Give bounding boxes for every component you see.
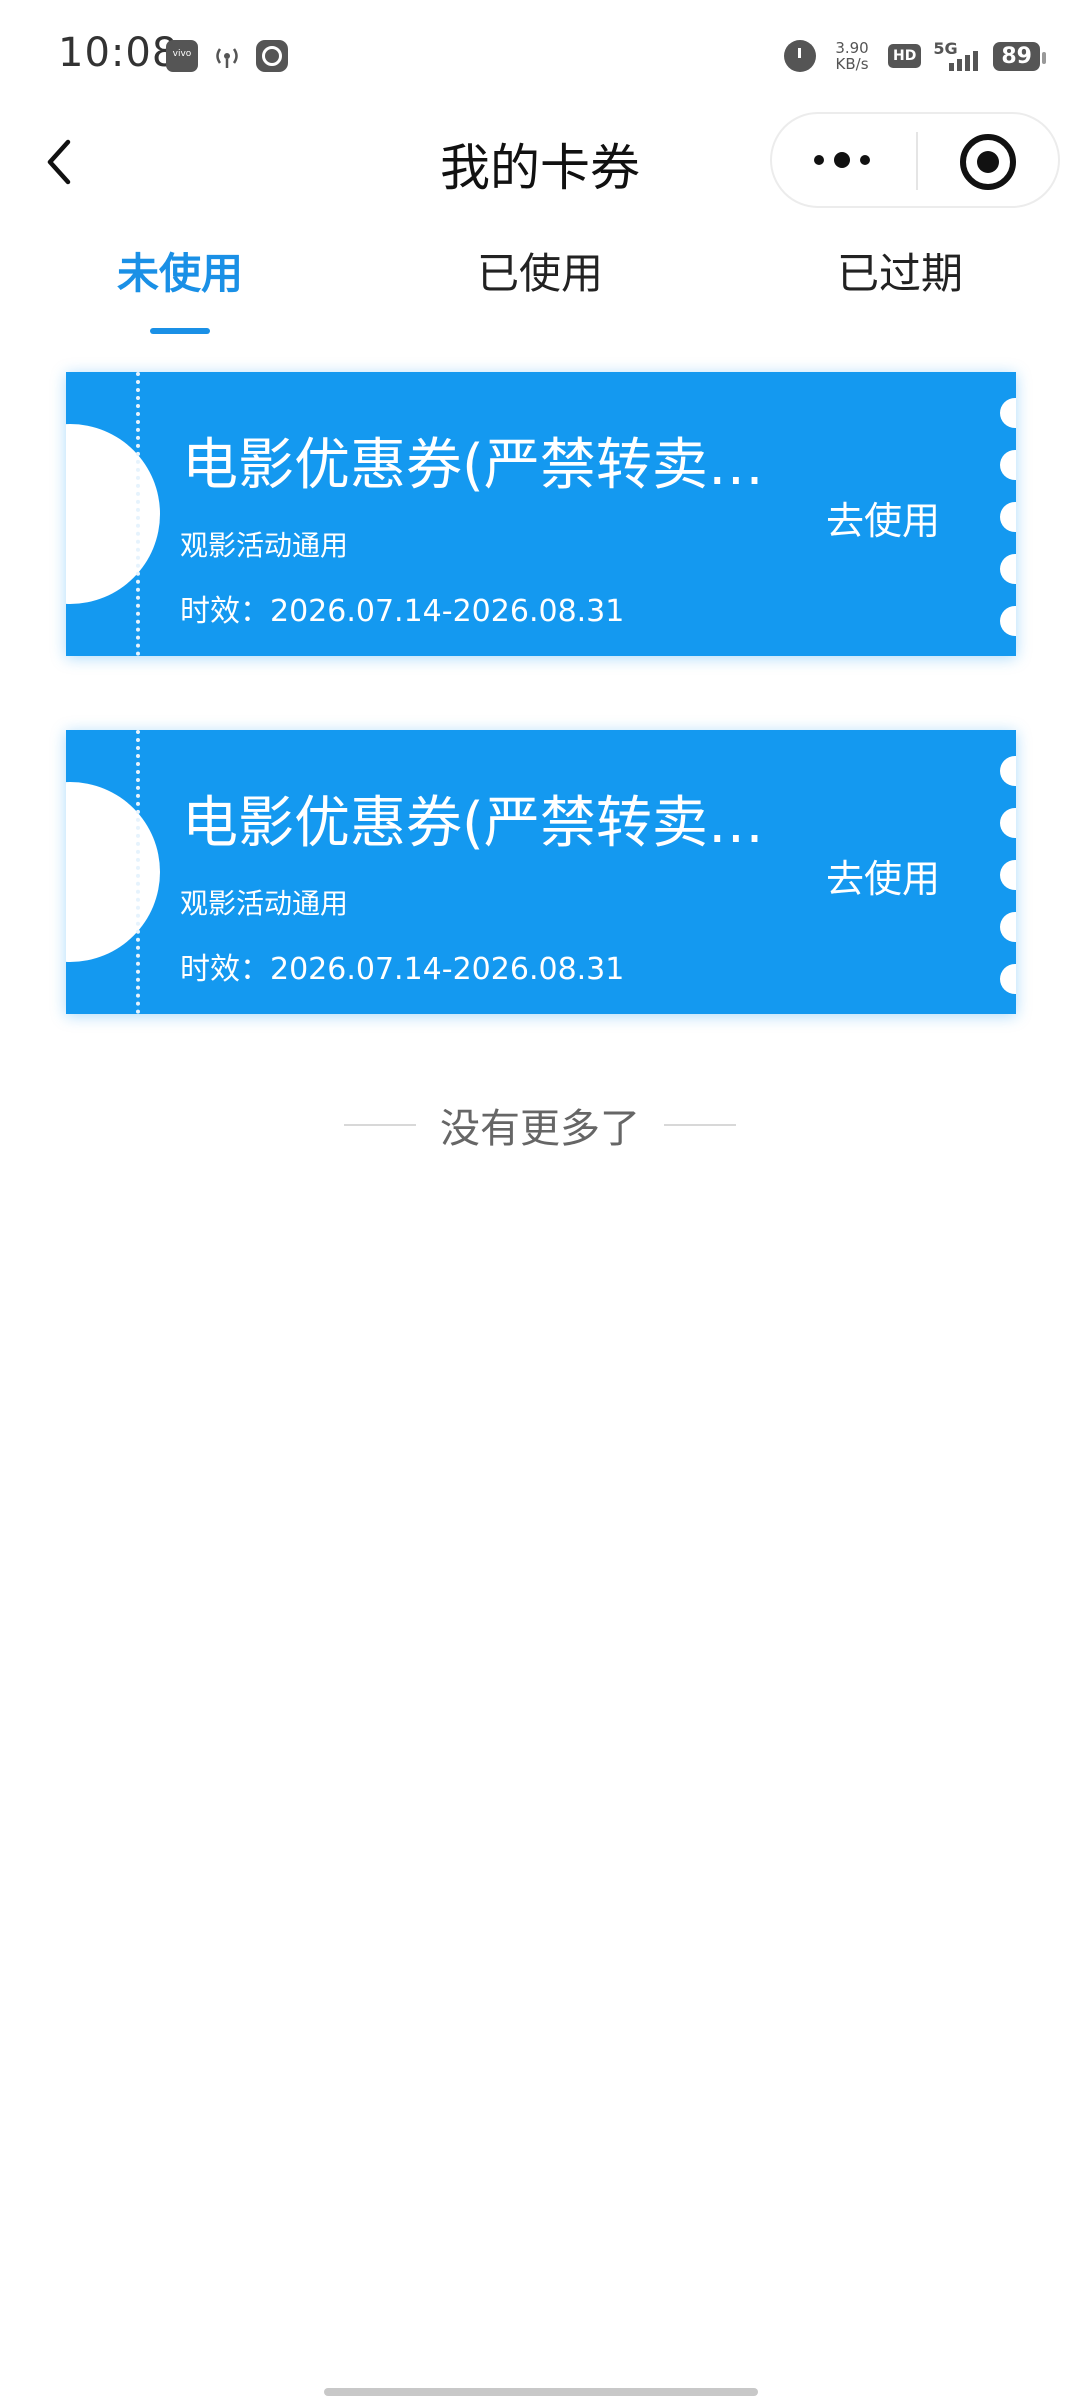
net-speed-value: 3.90 — [835, 39, 869, 57]
signal-bars-icon — [949, 51, 979, 71]
tab-used[interactable]: 已使用 — [410, 240, 670, 301]
use-coupon-button[interactable]: 去使用 — [826, 490, 940, 545]
home-indicator[interactable] — [324, 2388, 758, 2396]
coupon-edge-hole — [1000, 808, 1016, 838]
hotspot-icon — [210, 40, 242, 72]
coupon-edge-hole — [1000, 502, 1016, 532]
battery-icon: 89 — [993, 41, 1046, 71]
coupon-edge-hole — [1000, 912, 1016, 942]
status-right-group: 3.90 KB/s HD 5G 89 — [784, 36, 1046, 76]
coupon-notch — [66, 424, 160, 604]
coupon-perforation — [136, 372, 140, 656]
tab-unused[interactable]: 未使用 — [50, 240, 310, 301]
use-coupon-button[interactable]: 去使用 — [826, 848, 940, 903]
status-bar: 10:08 3.90 KB/s HD 5G 89 — [0, 0, 1080, 110]
net-speed-unit: KB/s — [835, 55, 869, 73]
coupon-subtitle: 观影活动通用 — [180, 529, 349, 562]
face-icon — [256, 40, 288, 72]
coupon-edge-hole — [1000, 606, 1016, 636]
no-more-indicator: 没有更多了 — [0, 1100, 1080, 1152]
close-mini-program-button[interactable] — [918, 114, 1058, 206]
coupon-edge-hole — [1000, 860, 1016, 890]
coupon-card[interactable]: 电影优惠券(严禁转卖… 观影活动通用 时效：2026.07.14-2026.08… — [66, 730, 1016, 1014]
status-time: 10:08 — [58, 30, 179, 76]
coupon-title: 电影优惠券(严禁转卖… — [182, 433, 764, 498]
coupon-validity: 时效：2026.07.14-2026.08.31 — [180, 594, 625, 629]
coupon-notch — [66, 782, 160, 962]
battery-level: 89 — [1001, 43, 1032, 69]
coupon-edge-hole — [1000, 398, 1016, 428]
coupon-edge-hole — [1000, 554, 1016, 584]
coupon-perforation — [136, 730, 140, 1014]
coupon-edge-hole — [1000, 964, 1016, 994]
net-speed: 3.90 KB/s — [828, 40, 876, 72]
tab-bar: 未使用 已使用 已过期 — [0, 240, 1080, 340]
mini-program-capsule — [770, 112, 1060, 208]
target-icon — [960, 134, 1016, 190]
no-more-text: 没有更多了 — [440, 1106, 640, 1152]
signal-5g-icon: 5G — [933, 39, 981, 73]
coupon-edge-hole — [1000, 756, 1016, 786]
nav-bar: 我的卡券 — [0, 110, 1080, 210]
more-dots-icon — [814, 152, 870, 168]
active-tab-indicator — [150, 328, 210, 334]
vivo-icon — [166, 40, 198, 72]
coupon-edge-hole — [1000, 450, 1016, 480]
more-button[interactable] — [772, 114, 916, 206]
hd-badge: HD — [888, 44, 922, 68]
divider-line — [344, 1124, 416, 1126]
coupon-subtitle: 观影活动通用 — [180, 887, 349, 920]
alarm-icon — [784, 40, 817, 72]
divider-line — [664, 1124, 736, 1126]
coupon-card[interactable]: 电影优惠券(严禁转卖… 观影活动通用 时效：2026.07.14-2026.08… — [66, 372, 1016, 656]
tab-expired[interactable]: 已过期 — [770, 240, 1030, 301]
coupon-validity: 时效：2026.07.14-2026.08.31 — [180, 952, 625, 987]
coupon-title: 电影优惠券(严禁转卖… — [182, 791, 764, 856]
